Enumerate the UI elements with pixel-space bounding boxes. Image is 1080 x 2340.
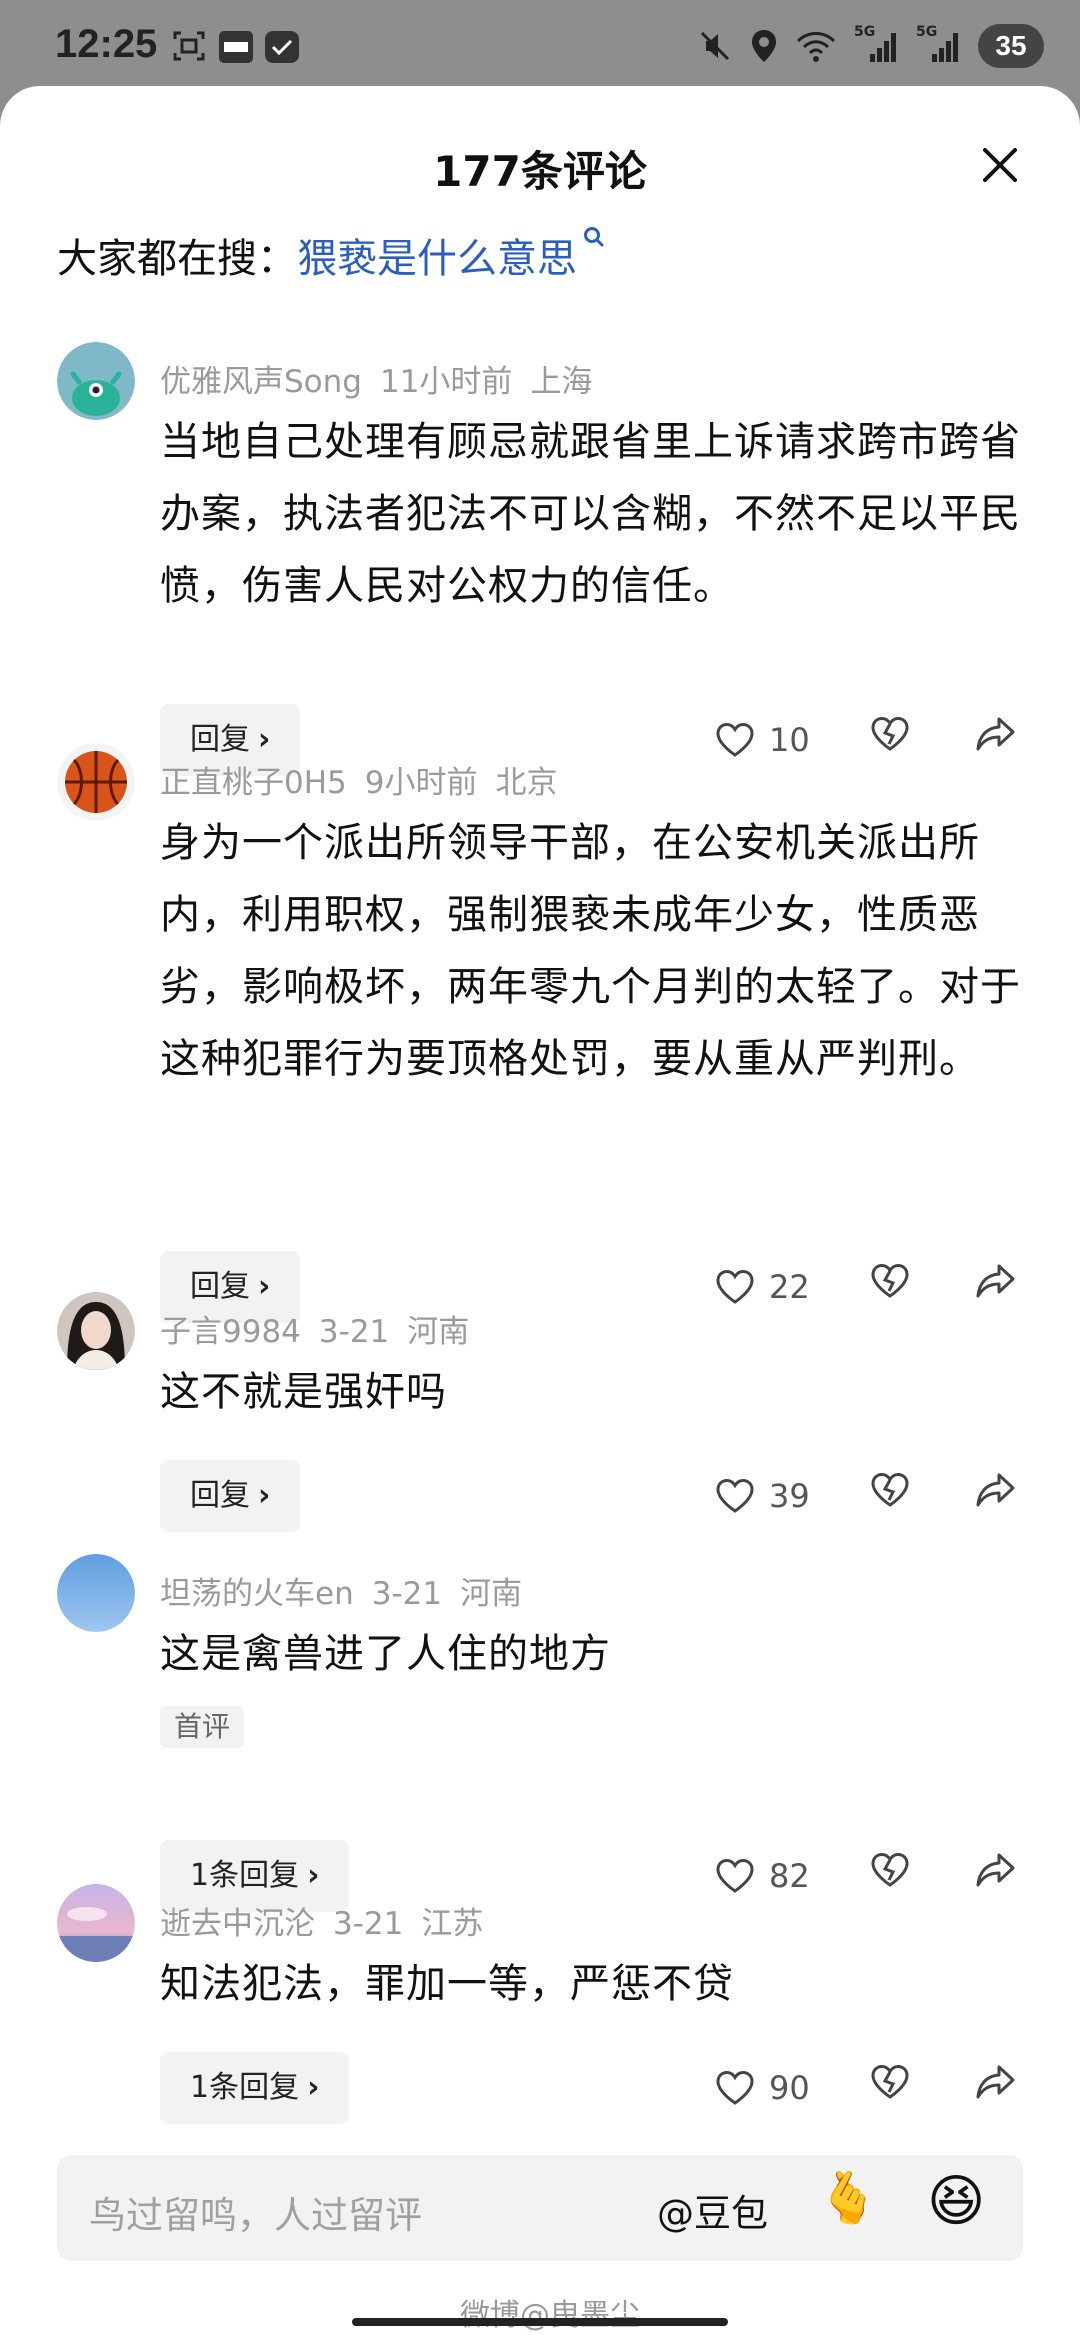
location-icon xyxy=(752,30,776,62)
comment-text: 这是禽兽进了人住的地方 xyxy=(160,1631,611,1677)
comment-input-placeholder[interactable]: 鸟过留鸣，人过留评 xyxy=(89,2185,422,2239)
check-app-icon xyxy=(265,31,299,63)
share-icon[interactable] xyxy=(975,1471,1017,1509)
comment-location: 北京 xyxy=(495,765,558,801)
first-comment-badge: 首评 xyxy=(160,1706,245,1748)
watermark: 微博@曳墨尘 xyxy=(460,2298,640,2333)
comment-username[interactable]: 优雅风声Song xyxy=(160,364,362,400)
screenshot-icon xyxy=(173,31,205,61)
mention-doubao-button[interactable]: @豆包 xyxy=(657,2183,768,2237)
home-indicator[interactable] xyxy=(352,2318,728,2326)
like-count: 90 xyxy=(769,2069,810,2107)
comment-text: 当地自己处理有顾忌就跟省里上诉请求跨市跨省办案，执法者犯法不可以含糊，不然不足以… xyxy=(160,419,1021,609)
avatar[interactable] xyxy=(57,1292,135,1370)
chevron-right-icon: › xyxy=(258,1478,271,1513)
comment-location: 河南 xyxy=(407,1314,470,1350)
dislike-broken-heart-icon[interactable] xyxy=(870,715,910,753)
avatar[interactable] xyxy=(57,743,135,821)
like-button[interactable]: 82 xyxy=(715,1851,810,1901)
comment-meta: 逝去中沉沦 3-21 江苏 xyxy=(160,1898,501,1943)
comment-time: 3-21 xyxy=(333,1906,404,1942)
comment-location: 上海 xyxy=(530,364,593,400)
like-button[interactable]: 10 xyxy=(715,715,810,765)
reply-label: 1条回复 xyxy=(190,1858,300,1893)
comment-username[interactable]: 逝去中沉沦 xyxy=(160,1906,315,1942)
like-count: 22 xyxy=(769,1268,810,1306)
avatar[interactable] xyxy=(57,1554,135,1632)
reply-label: 回复 xyxy=(190,722,250,757)
comment-location: 江苏 xyxy=(421,1906,484,1942)
view-replies-button[interactable]: 1条回复 › xyxy=(160,2052,350,2124)
avatar[interactable] xyxy=(57,1884,135,1962)
signal-1-icon: 5G xyxy=(854,24,898,64)
share-icon[interactable] xyxy=(975,2063,1017,2101)
comment-count-title: 177条评论 xyxy=(433,147,647,196)
laughing-emoji-icon[interactable]: 😆 xyxy=(927,2169,985,2234)
share-icon[interactable] xyxy=(975,1851,1017,1889)
like-button[interactable]: 39 xyxy=(715,1471,810,1521)
heart-icon xyxy=(716,1858,754,1893)
like-button[interactable]: 90 xyxy=(715,2063,810,2113)
comment-time: 3-21 xyxy=(371,1576,443,1612)
heart-icon xyxy=(716,1478,754,1513)
comment-location: 河南 xyxy=(460,1576,523,1612)
like-count: 82 xyxy=(769,1857,810,1895)
comment-meta: 优雅风声Song 11小时前 上海 xyxy=(160,356,610,401)
comment-time: 3-21 xyxy=(318,1314,390,1350)
chevron-right-icon: › xyxy=(307,2070,320,2105)
heart-icon xyxy=(716,722,754,757)
heart-icon xyxy=(716,2070,754,2105)
comment-username[interactable]: 正直桃子0H5 xyxy=(160,765,347,801)
avatar-sky-icon xyxy=(57,1554,135,1632)
comment-time: 11小时前 xyxy=(379,364,513,400)
finger-heart-emoji-icon[interactable]: 🫰 xyxy=(817,2169,879,2228)
comment-sheet: 177条评论 大家都在搜：猥亵是什么意思 优雅风声Song 11小时前 上海 当地自… xyxy=(0,86,1080,2340)
avatar-basketball-icon xyxy=(57,743,135,821)
comment-text: 知法犯法，罪加一等，严惩不贷 xyxy=(160,1961,734,2007)
search-icon xyxy=(584,227,604,247)
reply-button[interactable]: 回复 › xyxy=(160,1460,301,1532)
trending-search-link[interactable]: 猥亵是什么意思 xyxy=(297,236,577,282)
wifi-icon xyxy=(796,32,836,62)
avatar-portrait-icon xyxy=(57,1292,135,1370)
comment-time: 9小时前 xyxy=(364,765,478,801)
comment-username[interactable]: 子言9984 xyxy=(160,1314,301,1350)
status-time: 12:25 xyxy=(55,22,158,66)
like-button[interactable]: 22 xyxy=(715,1262,810,1312)
dislike-broken-heart-icon[interactable] xyxy=(870,1471,910,1509)
comment-meta: 正直桃子0H5 9小时前 北京 xyxy=(160,757,576,802)
share-icon[interactable] xyxy=(975,1262,1017,1300)
avatar-monster-icon xyxy=(57,342,135,420)
dislike-broken-heart-icon[interactable] xyxy=(870,2063,910,2101)
battery-indicator: 35 xyxy=(978,24,1044,68)
trending-prefix: 大家都在搜： xyxy=(57,236,297,282)
status-bar: 12:25 5G 5G 35 xyxy=(0,0,1080,90)
mute-icon xyxy=(700,31,730,61)
dislike-broken-heart-icon[interactable] xyxy=(870,1262,910,1300)
comment-meta: 子言9984 3-21 河南 xyxy=(160,1306,487,1351)
close-icon[interactable] xyxy=(975,140,1025,190)
avatar[interactable] xyxy=(57,342,135,420)
share-icon[interactable] xyxy=(975,715,1017,753)
heart-icon xyxy=(716,1269,754,1304)
like-count: 39 xyxy=(769,1477,810,1515)
reply-label: 回复 xyxy=(190,1478,250,1513)
signal-2-icon: 5G xyxy=(916,24,960,64)
comment-username[interactable]: 坦荡的火车en xyxy=(160,1576,354,1612)
toutiao-icon xyxy=(219,31,253,63)
comment-text: 这不就是强奸吗 xyxy=(160,1369,447,1415)
dislike-broken-heart-icon[interactable] xyxy=(870,1851,910,1889)
trending-search: 大家都在搜：猥亵是什么意思 xyxy=(57,226,605,284)
comment-input-bar[interactable]: 鸟过留鸣，人过留评 @豆包 🫰 😆 xyxy=(57,2155,1023,2261)
comment-meta: 坦荡的火车en 3-21 河南 xyxy=(160,1568,540,1613)
like-count: 10 xyxy=(769,721,810,759)
avatar-sunset-icon xyxy=(57,1884,135,1962)
reply-label: 1条回复 xyxy=(190,2070,300,2105)
comment-text: 身为一个派出所领导干部，在公安机关派出所内，利用职权，强制猥亵未成年少女，性质恶… xyxy=(160,820,1021,1082)
reply-label: 回复 xyxy=(190,1269,250,1304)
